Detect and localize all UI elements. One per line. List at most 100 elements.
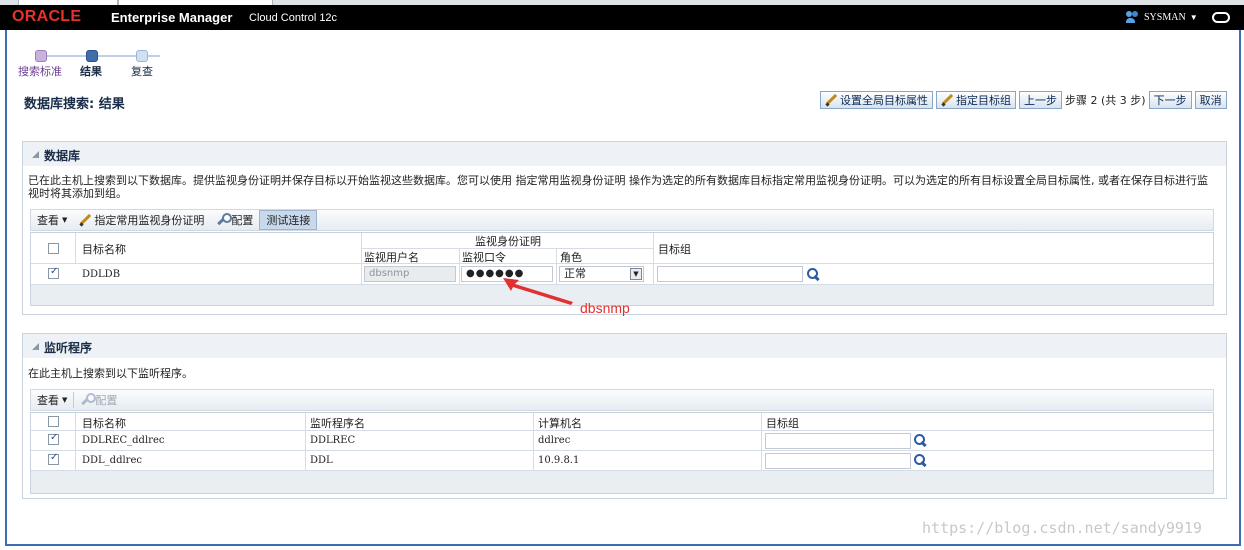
listener-table: 目标名称 监听程序名 计算机名 目标组 DDLREC_ddlrec DDLREC… [30,412,1214,494]
select-all-checkbox[interactable] [48,243,59,254]
column-header-group[interactable]: 目标组 [658,241,691,257]
pencil-icon [79,214,91,226]
row-checkbox[interactable] [48,432,59,445]
col-divider [459,249,460,284]
target-group-field[interactable] [765,433,911,449]
column-header-password[interactable]: 监视口令 [462,249,506,265]
row-divider [31,263,1213,264]
train-step-results: 结果 [80,65,102,78]
user-name: SYSMAN [1144,11,1186,23]
view-label: 查看 [37,214,59,227]
select-all-checkbox[interactable] [48,416,59,427]
column-header-host[interactable]: 计算机名 [538,415,582,431]
listener-toolbar: 查看 ▼ 配置 [30,389,1214,411]
col-divider [305,413,306,471]
column-header-group[interactable]: 目标组 [766,415,799,431]
button-label: 配置 [231,214,254,227]
accessibility-icon[interactable] [1212,12,1230,23]
view-menu[interactable]: 查看 ▼ [31,210,73,230]
col-divider [761,413,762,471]
train-node-visited[interactable] [35,50,47,62]
train-step-review[interactable]: 复查 [131,63,153,79]
view-label: 查看 [37,394,59,407]
button-label: 设置全局目标属性 [840,94,928,107]
user-menu[interactable]: SYSMAN ▼ [1126,11,1198,23]
col-divider [653,233,654,284]
configure-button[interactable]: 配置 [74,390,123,410]
listener-name: DDLREC [310,435,356,446]
train-node-next[interactable] [136,50,148,62]
pencil-icon [825,94,837,106]
listener-panel: 监听程序 在此主机上搜索到以下监听程序。 查看 ▼ 配置 目标名称 监听程序名 计… [22,333,1227,499]
pencil-icon [941,94,953,106]
column-header-name[interactable]: 目标名称 [82,241,126,257]
test-connection-button[interactable]: 测试连接 [259,210,318,230]
col-divider [75,233,76,263]
column-header-credentials: 监视身份证明 [475,235,541,248]
chevron-down-icon: ▼ [630,268,642,280]
collapse-icon[interactable] [32,343,39,350]
target-group-field[interactable] [657,266,803,282]
host-name: ddlrec [538,435,571,446]
listener-description: 在此主机上搜索到以下监听程序。 [28,367,193,380]
search-icon[interactable] [807,268,820,281]
button-label: 指定目标组 [956,94,1011,107]
train-node-current [86,50,98,62]
col-divider [533,413,534,471]
row-divider [31,450,1213,451]
button-label: 指定常用监视身份证明 [94,214,205,227]
train-connector [148,55,160,57]
chevron-down-icon: ▼ [1189,12,1198,22]
listener-target-name: DDL_ddlrec [82,455,142,466]
app-header: ORACLE Enterprise Manager Cloud Control … [0,5,1244,30]
oracle-logo: ORACLE [12,8,82,25]
set-target-group-button[interactable]: 指定目标组 [936,91,1016,109]
chevron-down-icon: ▼ [62,396,68,404]
col-divider [361,233,362,284]
listener-name: DDL [310,455,333,466]
listener-target-name: DDLREC_ddlrec [82,435,165,446]
chevron-down-icon: ▼ [62,216,68,224]
row-checkbox[interactable] [48,452,59,465]
annotation-text: dbsnmp [580,300,630,316]
target-group-field[interactable] [765,453,911,469]
set-global-properties-button[interactable]: 设置全局目标属性 [820,91,933,109]
watermark: https://blog.csdn.net/sandy9919 [922,519,1202,537]
train-connector [46,55,86,57]
next-button[interactable]: 下一步 [1148,91,1192,109]
database-panel-header[interactable]: 数据库 [23,142,1226,166]
collapse-icon[interactable] [32,151,39,158]
page-title: 数据库搜索: 结果 [24,97,125,112]
product-name: Enterprise Manager [111,10,233,25]
annotation-arrow [503,278,573,305]
database-table: 目标名称 监视身份证明 监视用户名 监视口令 角色 目标组 DDLDB dbsn… [30,232,1214,306]
train-step-search[interactable]: 搜索标准 [18,63,62,79]
wrench-icon [80,393,97,406]
back-button[interactable]: 上一步 [1019,91,1062,109]
host-name: 10.9.8.1 [538,455,580,466]
step-indicator: 步骤 2 (共 3 步) [1065,94,1146,107]
column-header-user[interactable]: 监视用户名 [364,249,419,265]
configure-button[interactable]: 配置 [210,210,259,230]
listener-panel-header[interactable]: 监听程序 [23,334,1226,358]
row-divider [31,430,1213,431]
column-header-name[interactable]: 目标名称 [82,415,126,431]
step-train: 搜索标准 结果 复查 [18,48,160,80]
database-panel: 数据库 已在此主机上搜索到以下数据库。提供监视身份证明并保存目标以开始监视这些数… [22,141,1227,315]
column-header-role[interactable]: 角色 [560,249,582,265]
search-icon[interactable] [914,434,927,447]
monitor-username-field: dbsnmp [364,266,456,282]
database-description: 已在此主机上搜索到以下数据库。提供监视身份证明并保存目标以开始监视这些数据库。您… [28,174,1208,200]
col-divider [75,413,76,471]
search-icon[interactable] [914,454,927,467]
panel-title: 监听程序 [44,341,93,355]
row-checkbox[interactable] [48,266,59,279]
cancel-button[interactable]: 取消 [1194,91,1227,109]
wrench-icon [216,213,233,226]
train-connector [98,55,138,57]
view-menu[interactable]: 查看 ▼ [31,390,73,410]
set-common-creds-button[interactable]: 指定常用监视身份证明 [73,210,210,230]
button-label: 配置 [95,394,118,407]
column-header-listener[interactable]: 监听程序名 [310,415,365,431]
product-edition: Cloud Control 12c [249,12,338,24]
